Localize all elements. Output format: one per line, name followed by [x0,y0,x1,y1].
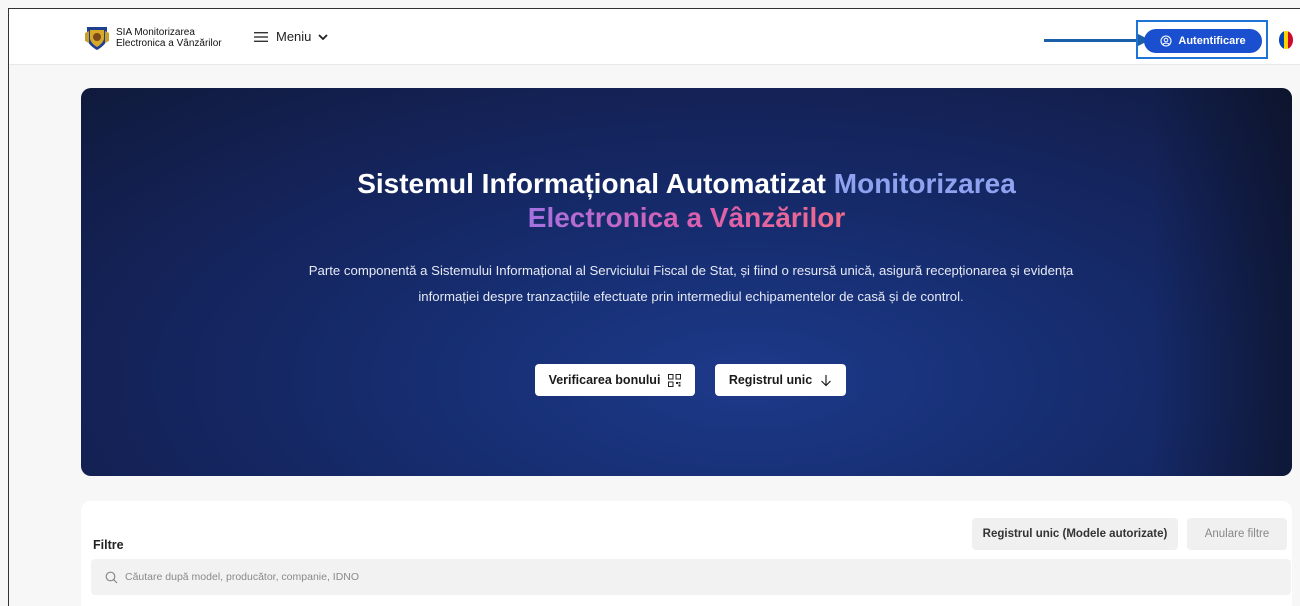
menu-button[interactable]: Meniu [254,29,329,44]
filters-title: Filtre [93,538,124,552]
menu-label: Meniu [276,29,312,44]
filters-panel: Filtre Registrul unic (Modele autorizate… [81,501,1292,606]
unique-registry-button[interactable]: Registrul unic [715,364,846,396]
hamburger-icon [254,31,268,42]
hero-title-gradient: Electronica a Vânzărilor [527,202,846,233]
hero-title: Sistemul Informațional Automatizat Monit… [81,167,1292,235]
registry-models-button[interactable]: Registrul unic (Modele autorizate) [972,518,1178,550]
hero-title-highlight: Monitorizarea [833,168,1016,199]
hero-banner: Sistemul Informațional Automatizat Monit… [81,88,1292,476]
hero-title-line-2: Electronica a Vânzărilor [81,201,1292,235]
brand-line-2: Electronica a Vânzărilor [116,38,222,49]
arrow-down-icon [821,374,832,386]
hero-description: Parte componentă a Sistemului Informațio… [308,263,1074,304]
user-circle-icon [1160,35,1172,47]
hero-title-plain: Sistemul Informațional Automatizat [357,168,834,199]
qr-code-icon [668,373,682,387]
login-label: Autentificare [1178,35,1246,47]
search-input[interactable] [125,571,725,583]
search-field[interactable] [91,559,1291,595]
verify-receipt-label: Verificarea bonului [548,373,661,387]
chevron-down-icon [318,33,329,40]
brand-name: SIA Monitorizarea Electronica a Vânzăril… [116,27,222,49]
annotation-arrow-line [1044,39,1144,42]
brand-logo-link[interactable]: SIA Monitorizarea Electronica a Vânzăril… [85,25,222,51]
cancel-filters-button[interactable]: Anulare filtre [1187,518,1287,550]
language-flag-icon[interactable] [1279,31,1293,49]
unique-registry-label: Registrul unic [728,373,813,387]
top-header: SIA Monitorizarea Electronica a Vânzăril… [9,9,1300,65]
verify-receipt-button[interactable]: Verificarea bonului [535,364,695,396]
browser-viewport: SIA Monitorizarea Electronica a Vânzăril… [8,8,1300,606]
coat-of-arms-logo [85,27,109,50]
hero-title-line-1: Sistemul Informațional Automatizat Monit… [81,167,1292,201]
brand-line-1: SIA Monitorizarea [116,27,195,38]
search-icon [105,571,118,583]
login-button[interactable]: Autentificare [1144,29,1262,53]
